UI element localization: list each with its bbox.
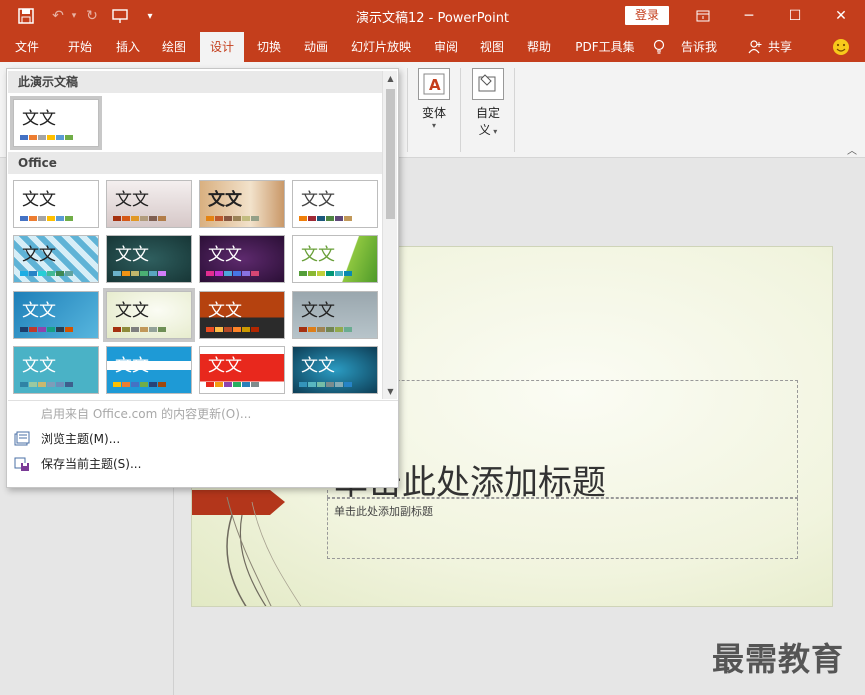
ribbon-separator — [514, 68, 515, 152]
variants-icon: A — [418, 68, 450, 100]
save-icon[interactable] — [16, 6, 36, 26]
theme-thumbnail[interactable]: 文文 — [106, 235, 192, 283]
enable-office-updates-item: 启用来自 Office.com 的内容更新(O)... — [41, 407, 252, 421]
scroll-up-icon[interactable]: ▲ — [383, 71, 398, 86]
close-icon[interactable]: ✕ — [818, 0, 864, 32]
feedback-smiley-icon[interactable] — [830, 32, 852, 62]
watermark: 最需教育 — [712, 640, 845, 678]
theme-thumb-text: 文文 — [22, 190, 56, 210]
variants-label: 变体 — [421, 106, 446, 120]
customize-label-line2: 义 ▾ — [478, 123, 498, 137]
save-theme-label: 保存当前主题(S)... — [41, 457, 142, 471]
theme-thumb-text: 文文 — [301, 245, 335, 265]
tab-transitions[interactable]: 切换 — [248, 32, 290, 62]
theme-thumb-text: 文文 — [22, 301, 56, 321]
section-office: Office — [8, 152, 382, 174]
theme-thumb-text: 文文 — [115, 190, 149, 210]
ribbon-separator — [407, 68, 408, 152]
theme-thumbnail[interactable]: 文文 — [13, 235, 99, 283]
tab-review[interactable]: 审阅 — [425, 32, 467, 62]
theme-thumb-text: 文文 — [22, 356, 56, 376]
browse-themes-icon — [14, 431, 30, 447]
theme-thumb-text: 文文 — [115, 245, 149, 265]
scroll-down-icon[interactable]: ▼ — [383, 384, 398, 399]
ribbon-display-icon[interactable] — [680, 0, 726, 32]
tab-slideshow[interactable]: 幻灯片放映 — [345, 32, 417, 62]
theme-thumbnail[interactable]: 文文 — [13, 346, 99, 394]
theme-thumb-text: 文文 — [208, 245, 242, 265]
slideshow-icon[interactable] — [111, 6, 131, 26]
theme-thumb-text: 文文 — [301, 190, 335, 210]
customize-button[interactable]: 自定 义 ▾ — [464, 66, 512, 146]
maximize-icon[interactable]: ☐ — [772, 0, 818, 32]
customize-icon — [472, 68, 504, 100]
tab-home[interactable]: 开始 — [59, 32, 101, 62]
scroll-thumb[interactable] — [386, 89, 395, 219]
save-current-theme-item[interactable]: 保存当前主题(S)... — [8, 452, 398, 476]
login-button[interactable]: 登录 — [625, 6, 669, 25]
lightbulb-icon — [652, 32, 666, 62]
svg-text:A: A — [429, 76, 441, 94]
theme-thumb-text: 文文 — [22, 109, 56, 129]
theme-thumbnail[interactable]: 文文 — [106, 180, 192, 228]
undo-dropdown-icon[interactable]: ▾ — [64, 6, 84, 26]
theme-thumbnail[interactable]: 文文 — [292, 180, 378, 228]
theme-gallery-dropdown: 此演示文稿 文文 Office 文文 文文 文文 文文 文文 文文 文文 文文 — [6, 68, 399, 488]
variants-dropdown-icon: ▾ — [431, 121, 436, 130]
theme-thumbnail[interactable]: 文文 — [292, 346, 378, 394]
variants-button[interactable]: A 变体 ▾ — [410, 66, 458, 146]
minimize-icon[interactable]: ─ — [726, 0, 772, 32]
theme-thumb-text: 文文 — [115, 356, 149, 376]
theme-thumbnail-selected[interactable]: 文文 — [103, 288, 195, 342]
tab-insert[interactable]: 插入 — [107, 32, 149, 62]
theme-thumb-text: 文文 — [301, 356, 335, 376]
tab-view[interactable]: 视图 — [471, 32, 513, 62]
theme-thumb-text: 文文 — [115, 301, 149, 321]
gallery-scrollbar[interactable]: ▲ ▼ — [382, 71, 397, 399]
customize-label-line1: 自定 — [475, 106, 500, 120]
ribbon-tabs: 文件 开始 插入 绘图 设计 切换 动画 幻灯片放映 审阅 视图 帮助 PDF工… — [0, 32, 865, 62]
theme-thumbnail[interactable]: 文文 — [199, 291, 285, 339]
theme-thumb-text: 文文 — [208, 301, 242, 321]
save-theme-icon — [14, 456, 30, 472]
tab-animations[interactable]: 动画 — [295, 32, 337, 62]
redo-icon[interactable]: ↻ — [82, 6, 102, 26]
theme-thumb-text: 文文 — [208, 190, 242, 210]
title-bar: ↶ ▾ ↻ ▾ 演示文稿12 - PowerPoint 登录 ─ ☐ ✕ — [0, 0, 865, 32]
subtitle-placeholder-text: 单击此处添加副标题 — [334, 505, 433, 518]
tab-help[interactable]: 帮助 — [518, 32, 560, 62]
collapse-ribbon-icon[interactable]: ︿ — [847, 142, 857, 157]
gallery-separator — [8, 400, 398, 401]
share-icon[interactable] — [748, 32, 762, 62]
theme-thumb-text: 文文 — [301, 301, 335, 321]
browse-themes-item[interactable]: 浏览主题(M)... — [8, 427, 398, 451]
theme-thumb-text: 文文 — [22, 245, 56, 265]
subtitle-placeholder[interactable]: 单击此处添加副标题 — [327, 498, 798, 559]
section-current-presentation: 此演示文稿 — [8, 71, 382, 93]
tab-file[interactable]: 文件 — [6, 32, 48, 62]
ribbon-separator — [460, 68, 461, 152]
tell-me-search[interactable]: 告诉我 — [676, 32, 722, 62]
theme-thumbnail[interactable]: 文文 — [199, 180, 285, 228]
theme-thumbnail[interactable]: 文文 — [106, 346, 192, 394]
theme-thumbnail[interactable]: 文文 — [292, 291, 378, 339]
customize-qa-icon[interactable]: ▾ — [140, 6, 160, 26]
theme-thumbnail[interactable]: 文文 — [13, 291, 99, 339]
theme-thumbnail-office[interactable]: 文文 — [13, 180, 99, 228]
tab-design[interactable]: 设计 — [200, 32, 244, 62]
theme-thumbnail[interactable]: 文文 — [292, 235, 378, 283]
theme-thumbnail-current[interactable]: 文文 — [10, 96, 102, 150]
theme-thumbnail[interactable]: 文文 — [199, 235, 285, 283]
tab-draw[interactable]: 绘图 — [153, 32, 195, 62]
tab-pdf-tools[interactable]: PDF工具集 — [568, 32, 642, 62]
theme-thumbnail[interactable]: 文文 — [199, 346, 285, 394]
share-button[interactable]: 共享 — [764, 32, 796, 62]
browse-themes-label: 浏览主题(M)... — [41, 432, 121, 446]
theme-thumb-text: 文文 — [208, 356, 242, 376]
